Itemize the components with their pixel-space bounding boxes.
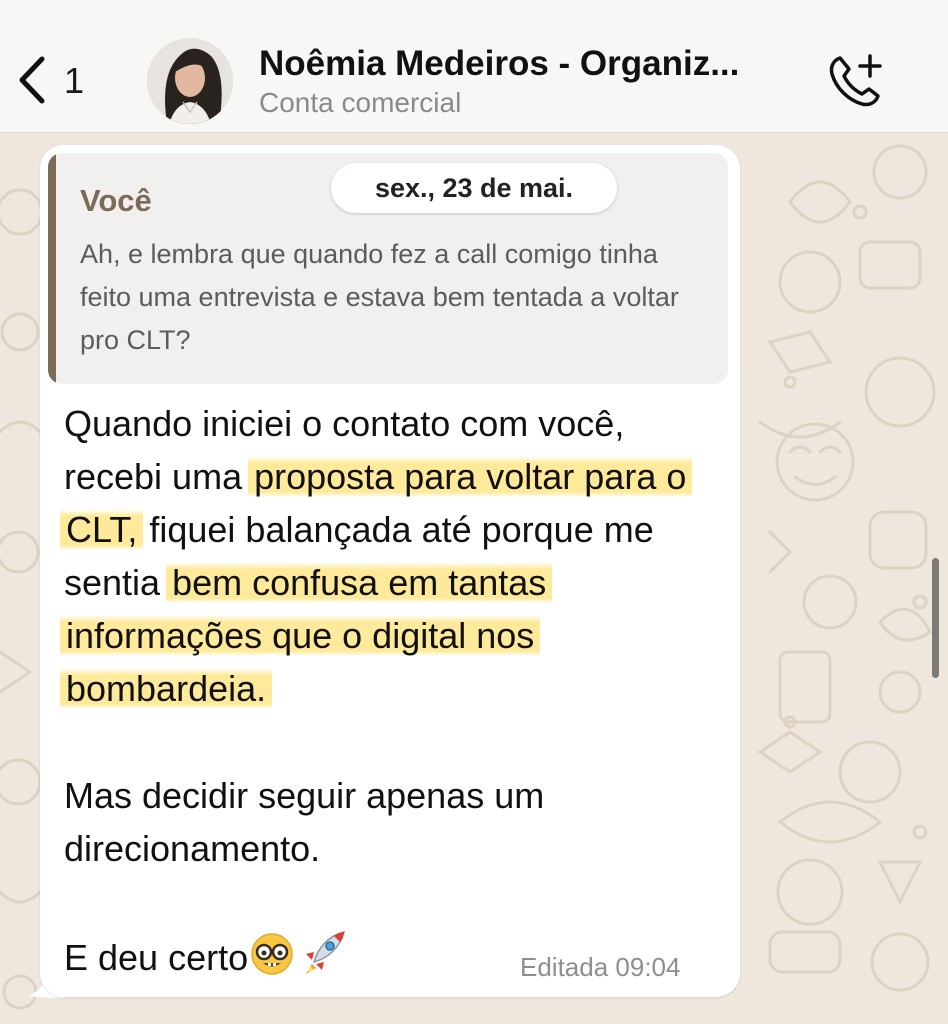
message-paragraph-1: Quando iniciei o contato com você, receb… bbox=[60, 397, 724, 715]
contact-subtitle: Conta comercial bbox=[259, 87, 462, 118]
message-text: E deu certo bbox=[64, 937, 249, 978]
contact-avatar[interactable] bbox=[147, 38, 233, 124]
chat-header: 1 Noêmia Medeiros - Organiz... Conta com… bbox=[0, 0, 948, 133]
back-button[interactable]: 1 bbox=[14, 50, 104, 110]
quote-accent-bar bbox=[48, 153, 56, 384]
chevron-left-icon bbox=[19, 56, 45, 104]
message-paragraph-2: Mas decidir seguir apenas um direcioname… bbox=[64, 775, 545, 869]
scrollbar-thumb[interactable] bbox=[932, 558, 939, 678]
date-separator: sex., 23 de mai. bbox=[331, 163, 617, 213]
rocket-icon bbox=[306, 930, 346, 974]
phone-add-icon bbox=[829, 54, 882, 107]
quote-text: Ah, e lembra que quando fez a call comig… bbox=[80, 239, 679, 355]
nerd-face-icon bbox=[251, 933, 293, 975]
unread-count: 1 bbox=[64, 60, 85, 101]
quote-author: Você bbox=[80, 183, 152, 218]
avatar-portrait bbox=[147, 38, 233, 124]
contact-name[interactable]: Noêmia Medeiros - Organiz... bbox=[259, 44, 804, 84]
message-meta-edited-time: Editada 09:04 bbox=[520, 952, 681, 982]
add-call-button[interactable] bbox=[826, 50, 886, 110]
